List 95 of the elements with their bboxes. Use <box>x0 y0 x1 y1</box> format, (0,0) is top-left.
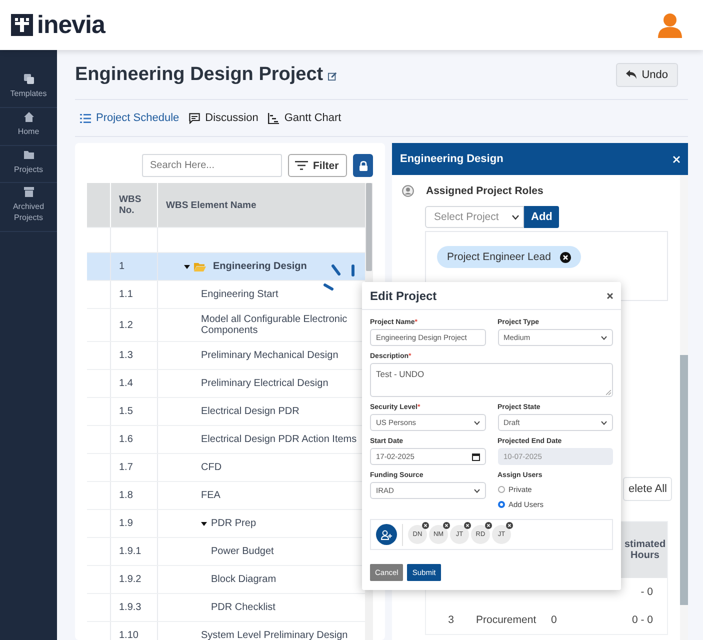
chevron-down-icon <box>474 420 480 424</box>
table-cell: 1.9.1 <box>119 546 142 557</box>
table-cell-text: Model all Configurable Electronic Components <box>201 314 348 336</box>
section-title: Assigned Project Roles <box>426 185 544 197</box>
panel-title: Engineering Design <box>400 153 504 165</box>
remove-icon[interactable] <box>443 522 450 529</box>
chevron-down-icon <box>474 488 480 492</box>
column-header: WBS No. <box>119 194 142 216</box>
table-cell: 1.9.3 <box>119 602 142 613</box>
undo-button[interactable]: Undo <box>616 62 678 86</box>
table-cell: 1 <box>119 261 125 272</box>
undo-icon <box>626 70 637 79</box>
delete-all-button[interactable]: elete All <box>623 477 672 501</box>
table-cell: Engineering Design <box>213 261 307 272</box>
user-avatar-icon[interactable] <box>657 12 683 38</box>
sidebar-item[interactable]: Archived Projects <box>0 183 57 232</box>
table-cell: - 0 <box>640 586 653 598</box>
table-row[interactable]: 1 Engineering Design <box>87 253 365 281</box>
table-cell: 1.4 <box>119 378 133 389</box>
tab[interactable]: Discussion <box>189 112 258 124</box>
tab[interactable]: Gantt Chart <box>268 112 342 124</box>
caret-down-icon[interactable] <box>201 520 207 526</box>
table-cell: 0 <box>551 614 557 626</box>
text-area[interactable]: Test - UNDO <box>370 363 613 397</box>
logo-text: inevia <box>37 10 105 40</box>
table-cell: 1.8 <box>119 490 133 501</box>
table-cell: 1.9.2 <box>119 574 142 585</box>
search-field[interactable]: Search Here... <box>142 154 282 177</box>
table-cell: Procurement <box>476 614 536 626</box>
column-header: WBS Element Name <box>166 200 256 210</box>
table-cell: Preliminary Mechanical Design <box>201 350 338 361</box>
table-cell: Electrical Design PDR <box>201 406 300 417</box>
table-cell: Power Budget <box>211 546 274 557</box>
table-cell: 1.1 <box>119 289 133 300</box>
add-user-icon <box>381 530 392 540</box>
user-icon <box>402 185 414 197</box>
table-cell: 1.10 <box>119 630 138 640</box>
remove-icon[interactable] <box>485 522 492 529</box>
table-cell: 1.9 <box>119 518 133 529</box>
sidebar-item[interactable]: Projects <box>0 146 57 184</box>
close-button[interactable] <box>607 292 613 298</box>
dialog-title: Edit Project <box>370 288 437 302</box>
filter-icon <box>295 161 308 170</box>
table-cell: 1.6 <box>119 434 133 445</box>
table-cell: 1.2 <box>119 320 133 330</box>
resize-grip-icon[interactable] <box>606 390 611 395</box>
table-cell: 0 - 0 <box>632 614 653 626</box>
folder-icon <box>194 262 206 272</box>
edit-icon[interactable] <box>328 72 338 81</box>
page-title: Engineering Design Project <box>75 64 324 86</box>
table-cell: Engineering Start <box>201 289 278 300</box>
remove-icon[interactable] <box>464 522 471 529</box>
column-header: stimated Hours <box>623 539 667 561</box>
project-dropdown[interactable]: Select Project <box>425 206 524 228</box>
table-cell: Electrical Design PDR Action Items <box>201 434 357 445</box>
table-cell: 1.3 <box>119 350 133 361</box>
table-cell: 1.5 <box>119 406 133 417</box>
caret-down-icon[interactable] <box>184 264 190 270</box>
close-icon <box>673 156 680 162</box>
lock-button[interactable] <box>353 154 373 177</box>
chevron-down-icon <box>601 420 607 424</box>
table-cell: Block Diagram <box>211 574 276 585</box>
remove-icon[interactable] <box>506 522 513 529</box>
table-cell: System Level Preliminary Design <box>201 630 348 640</box>
logo-icon <box>11 14 33 36</box>
table-cell: CFD <box>201 462 222 473</box>
tab-icon <box>80 112 91 124</box>
tab-icon <box>268 112 280 124</box>
filter-button[interactable]: Filter <box>288 154 347 177</box>
tab-icon <box>189 112 200 124</box>
table-cell: PDR Checklist <box>211 602 276 613</box>
table-cell: PDR Prep <box>211 518 256 529</box>
nav-icon <box>22 110 34 123</box>
calendar-icon <box>472 452 480 460</box>
table-cell: 1.7 <box>119 462 133 473</box>
add-button[interactable]: Add <box>524 206 560 228</box>
nav-icon <box>22 73 34 85</box>
chevron-down-icon <box>512 214 519 220</box>
table-row[interactable]: 1.9.3 PDR Checklist <box>87 594 365 622</box>
nav-icon <box>22 148 34 161</box>
table-cell: FEA <box>201 490 220 501</box>
chevron-down-icon <box>601 336 607 340</box>
nav-icon <box>22 186 34 198</box>
sidebar-item[interactable]: Templates <box>0 70 57 108</box>
lock-icon <box>358 160 368 170</box>
table-cell: 3 <box>448 614 454 626</box>
add-user-button[interactable] <box>376 524 397 545</box>
scrollbar[interactable] <box>680 175 688 640</box>
table-cell: Preliminary Electrical Design <box>201 378 328 389</box>
remove-icon[interactable] <box>422 522 429 529</box>
sidebar-item[interactable]: Home <box>0 108 57 146</box>
tab[interactable]: Project Schedule <box>80 112 180 124</box>
role-label: Project Engineer Lead <box>447 251 551 263</box>
close-icon <box>607 292 613 298</box>
remove-icon[interactable] <box>560 252 571 262</box>
